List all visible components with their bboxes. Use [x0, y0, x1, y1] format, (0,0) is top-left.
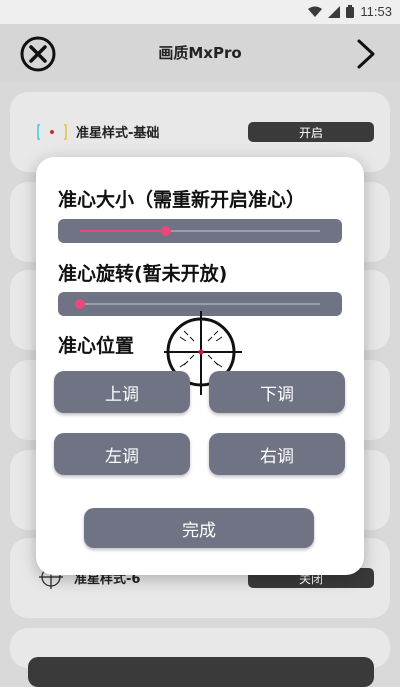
crosshair-dot-icon	[37, 123, 67, 140]
status-time: 11:53	[360, 4, 392, 19]
slider-thumb[interactable]	[75, 299, 85, 309]
status-bar: 11:53	[0, 0, 400, 24]
signal-icon	[328, 5, 341, 18]
bottom-action-button[interactable]	[28, 657, 374, 687]
header-bar: 画质MxPro	[0, 24, 400, 82]
chevron-right-icon[interactable]	[354, 36, 378, 72]
wifi-icon	[308, 6, 323, 17]
crosshair-settings-dialog: 准心大小（需重新开启准心） 准心旋转(暂未开放) 准心位置 上调 下调 左调 右…	[36, 157, 364, 575]
slider-fill	[80, 230, 167, 232]
list-item: 准星样式-基础	[36, 122, 159, 141]
page-title: 画质MxPro	[158, 44, 242, 62]
rotation-label: 准心旋转(暂未开放)	[58, 263, 228, 285]
slider-thumb[interactable]	[161, 226, 172, 236]
battery-icon	[346, 5, 355, 18]
move-down-button[interactable]: 下调	[209, 371, 345, 413]
size-label: 准心大小（需重新开启准心）	[58, 189, 306, 211]
move-up-button[interactable]: 上调	[54, 371, 190, 413]
position-label: 准心位置	[58, 335, 135, 357]
size-slider[interactable]	[58, 219, 342, 243]
done-button[interactable]: 完成	[84, 508, 314, 548]
toggle-button[interactable]: 开启	[248, 122, 374, 142]
move-left-button[interactable]: 左调	[54, 433, 190, 475]
list-item-label: 准星样式-基础	[76, 126, 160, 141]
move-right-button[interactable]: 右调	[209, 433, 345, 475]
